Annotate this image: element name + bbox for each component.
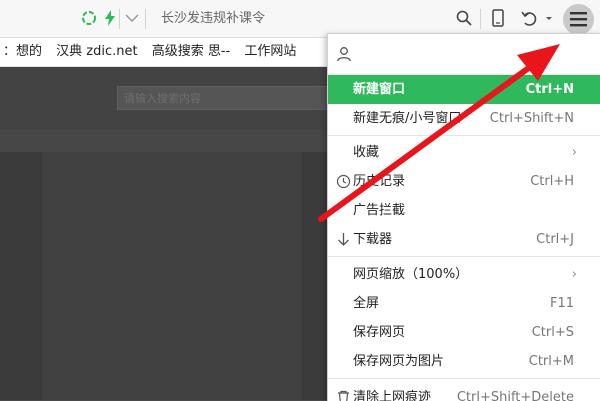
menu-item-label: 广告拦截 bbox=[353, 203, 406, 218]
bookmark-item[interactable]: 汉典 zdic.net bbox=[56, 38, 137, 66]
menu-divider bbox=[328, 256, 600, 257]
undo-icon[interactable] bbox=[520, 9, 538, 27]
menu-item-label: 保存网页 bbox=[353, 325, 406, 340]
mobile-icon[interactable] bbox=[489, 9, 507, 27]
bookmark-item[interactable]: 工作网站 bbox=[244, 38, 296, 66]
menu-item-new-window[interactable]: 新建窗口 Ctrl+N bbox=[328, 75, 600, 104]
menu-divider bbox=[328, 378, 600, 379]
menu-item-save-page-as-image[interactable]: 保存网页为图片 Ctrl+M bbox=[328, 347, 600, 376]
menu-item-shortcut: Ctrl+Shift+Delete bbox=[456, 390, 574, 401]
menu-item-label: 保存网页为图片 bbox=[353, 354, 445, 369]
search-icon[interactable] bbox=[455, 9, 473, 27]
menu-item-shortcut: F11 bbox=[549, 296, 574, 311]
menu-user-row[interactable] bbox=[328, 34, 600, 74]
menu-item-label: 下载器 bbox=[353, 232, 393, 247]
toolbar-separator bbox=[480, 9, 481, 29]
menu-item-downloads[interactable]: 下载器 Ctrl+J bbox=[328, 225, 600, 254]
menu-item-shortcut: Ctrl+N bbox=[525, 82, 574, 97]
clock-icon bbox=[336, 174, 351, 189]
menu-item-label: 收藏 bbox=[353, 145, 380, 160]
menu-item-save-page[interactable]: 保存网页 Ctrl+S bbox=[328, 318, 600, 347]
user-icon bbox=[337, 47, 351, 62]
page-column bbox=[42, 152, 302, 400]
menu-item-label: 新建窗口 bbox=[353, 82, 406, 97]
chevron-right-icon: › bbox=[571, 145, 577, 160]
menu-item-clear-history[interactable]: 清除上网痕迹 Ctrl+Shift+Delete bbox=[328, 383, 600, 401]
menu-item-incognito-window[interactable]: 新建无痕/小号窗口 Ctrl+Shift+N bbox=[328, 104, 600, 133]
menu-item-label: 历史记录 bbox=[353, 174, 406, 189]
toolbar-separator bbox=[145, 9, 146, 29]
menu-item-shortcut: Ctrl+M bbox=[528, 354, 574, 369]
menu-item-shortcut: Ctrl+J bbox=[536, 232, 574, 247]
chevron-right-icon: › bbox=[571, 267, 577, 282]
bookmark-item[interactable]: ：想的 bbox=[3, 38, 42, 66]
address-bar[interactable]: 长沙发违规补课令 bbox=[161, 10, 441, 28]
menu-item-label: 全屏 bbox=[353, 296, 380, 311]
menu-item-zoom[interactable]: 网页缩放（100%） › bbox=[328, 260, 600, 289]
menu-item-shortcut: Ctrl+Shift+N bbox=[489, 111, 574, 126]
toolbar-separator bbox=[119, 9, 120, 29]
menu-item-history[interactable]: 历史记录 Ctrl+H bbox=[328, 167, 600, 196]
menu-item-label: 网页缩放（100%） bbox=[353, 267, 469, 282]
menu-item-favorites[interactable]: 收藏 › bbox=[328, 138, 600, 167]
menu-item-label: 新建无痕/小号窗口 bbox=[353, 111, 462, 126]
menu-icon bbox=[570, 12, 587, 27]
menu-item-shortcut: Ctrl+H bbox=[530, 174, 574, 189]
refresh-icon[interactable] bbox=[80, 9, 98, 27]
menu-item-fullscreen[interactable]: 全屏 F11 bbox=[328, 289, 600, 318]
undo-dropdown-icon[interactable] bbox=[544, 9, 554, 27]
menu-button[interactable] bbox=[563, 4, 594, 35]
menu-item-shortcut: Ctrl+S bbox=[531, 325, 574, 340]
download-icon bbox=[338, 233, 349, 246]
chevron-down-icon[interactable] bbox=[123, 9, 141, 27]
lightning-icon[interactable] bbox=[101, 9, 119, 27]
menu-item-label: 清除上网痕迹 bbox=[353, 390, 432, 401]
menu-divider bbox=[328, 135, 600, 136]
menu-item-ad-block[interactable]: 广告拦截 bbox=[328, 196, 600, 225]
bookmark-item[interactable]: 高级搜索 思-- bbox=[152, 38, 231, 66]
main-menu: 新建窗口 Ctrl+N 新建无痕/小号窗口 Ctrl+Shift+N 收藏 › … bbox=[327, 33, 600, 401]
trash-icon bbox=[338, 390, 349, 401]
